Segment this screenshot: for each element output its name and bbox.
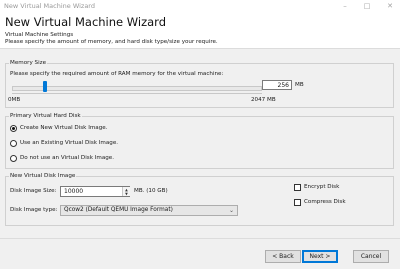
spin-down-icon[interactable]: ▼ bbox=[125, 192, 128, 196]
close-icon: ✕ bbox=[387, 1, 393, 10]
primary-disk-legend: Primary Virtual Hard Disk bbox=[10, 113, 81, 119]
memory-slider-track[interactable] bbox=[12, 86, 262, 91]
wizard-description: Please specify the amount of memory, and… bbox=[5, 39, 218, 45]
memory-min-label: 0MB bbox=[8, 97, 21, 103]
compress-disk-checkbox[interactable] bbox=[294, 199, 301, 206]
radio-no-disk-label[interactable]: Do not use an Virtual Disk Image. bbox=[20, 155, 114, 161]
radio-use-existing-label[interactable]: Use an Existing Virtual Disk Image. bbox=[20, 140, 118, 146]
memory-prompt: Please specify the required amount of RA… bbox=[10, 71, 224, 77]
encrypt-disk-label[interactable]: Encrypt Disk bbox=[304, 184, 339, 190]
radio-selected-dot bbox=[12, 127, 15, 130]
footer-divider bbox=[0, 238, 400, 239]
encrypt-disk-checkbox[interactable] bbox=[294, 184, 301, 191]
radio-create-new-label[interactable]: Create New Virtual Disk Image. bbox=[20, 125, 108, 131]
window-title: New Virtual Machine Wizard bbox=[4, 2, 95, 10]
memory-size-group: Memory Size bbox=[5, 60, 394, 108]
chevron-down-icon: ⌄ bbox=[228, 207, 234, 214]
disk-type-value: Qcow2 (Default QEMU Image Format) bbox=[64, 207, 173, 213]
disk-size-input[interactable]: 10000 bbox=[60, 186, 130, 197]
disk-type-select[interactable]: Qcow2 (Default QEMU Image Format) ⌄ bbox=[60, 205, 238, 216]
memory-unit: MB bbox=[295, 82, 304, 88]
wizard-subtitle: Virtual Machine Settings bbox=[5, 32, 74, 38]
radio-create-new[interactable] bbox=[10, 125, 17, 132]
radio-use-existing[interactable] bbox=[10, 140, 17, 147]
memory-input[interactable]: 256 bbox=[262, 80, 292, 90]
memory-slider-ticks bbox=[12, 93, 262, 96]
back-button[interactable]: < Back bbox=[265, 250, 301, 263]
wizard-header: New Virtual Machine Wizard Virtual Machi… bbox=[0, 12, 400, 49]
new-disk-legend: New Virtual Disk Image bbox=[10, 173, 76, 179]
radio-no-disk[interactable] bbox=[10, 155, 17, 162]
compress-disk-label[interactable]: Compress Disk bbox=[304, 199, 346, 205]
disk-size-spinner[interactable]: ▲ ▼ bbox=[122, 187, 130, 196]
memory-size-legend: Memory Size bbox=[10, 60, 47, 66]
maximize-icon: □ bbox=[363, 1, 371, 10]
maximize-button[interactable]: □ bbox=[361, 0, 373, 11]
wizard-title: New Virtual Machine Wizard bbox=[5, 15, 166, 29]
memory-slider-thumb[interactable] bbox=[43, 81, 47, 92]
minimize-icon: – bbox=[343, 1, 347, 10]
disk-type-label: Disk Image type: bbox=[10, 207, 58, 213]
next-button[interactable]: Next > bbox=[302, 250, 338, 263]
close-button[interactable]: ✕ bbox=[384, 0, 396, 11]
disk-size-label: Disk Image Size: bbox=[10, 188, 57, 194]
disk-size-unit: MB. (10 GB) bbox=[134, 188, 168, 194]
memory-max-label: 2047 MB bbox=[251, 97, 276, 103]
minimize-button[interactable]: – bbox=[339, 0, 351, 11]
cancel-button[interactable]: Cancel bbox=[353, 250, 389, 263]
